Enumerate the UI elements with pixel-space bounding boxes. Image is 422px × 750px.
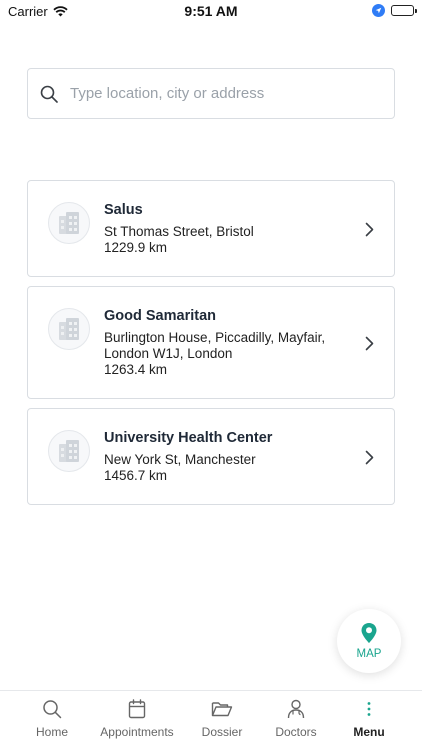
facility-name: University Health Center xyxy=(104,430,273,446)
map-button[interactable]: MAP xyxy=(337,609,401,673)
facility-card-university-health-center[interactable]: University Health Center New York St, Ma… xyxy=(27,408,395,505)
building-avatar xyxy=(48,430,90,472)
building-icon xyxy=(59,318,79,340)
status-time: 9:51 AM xyxy=(184,3,238,19)
tab-appointments[interactable]: Appointments xyxy=(96,699,178,739)
facility-card-good-samaritan[interactable]: Good Samaritan Burlington House, Piccadi… xyxy=(27,286,395,399)
tab-doctors[interactable]: Doctors xyxy=(270,699,322,739)
search-box[interactable] xyxy=(27,68,395,119)
search-input[interactable] xyxy=(70,85,370,102)
battery-icon xyxy=(391,5,417,16)
calendar-icon xyxy=(128,699,146,719)
tab-menu[interactable]: Menu xyxy=(348,699,390,739)
map-pin-icon xyxy=(361,623,377,643)
tab-label: Home xyxy=(35,725,68,739)
chevron-right-icon xyxy=(365,450,374,465)
facility-distance: 1456.7 km xyxy=(104,468,168,483)
building-icon xyxy=(59,440,79,462)
folder-icon xyxy=(211,702,233,717)
tab-label: Appointments xyxy=(100,725,174,739)
doctor-icon xyxy=(287,699,305,719)
chevron-right-icon xyxy=(365,336,374,351)
map-button-label: MAP xyxy=(356,648,382,660)
facility-distance: 1229.9 km xyxy=(104,240,168,255)
facility-card-salus[interactable]: Salus St Thomas Street, Bristol 1229.9 k… xyxy=(27,180,395,277)
facility-name: Salus xyxy=(104,202,143,218)
facility-address: Burlington House, Piccadilly, Mayfair, L… xyxy=(104,330,326,361)
status-bar: Carrier 9:51 AM xyxy=(0,0,422,24)
building-avatar xyxy=(48,202,90,244)
tab-label: Dossier xyxy=(201,725,243,739)
facility-address: New York St, Manchester xyxy=(104,452,256,467)
tab-dossier[interactable]: Dossier xyxy=(198,699,246,739)
status-indicators xyxy=(372,4,417,17)
facility-name: Good Samaritan xyxy=(104,308,216,324)
facility-address: St Thomas Street, Bristol xyxy=(104,224,254,239)
location-services-icon xyxy=(372,4,385,17)
building-avatar xyxy=(48,308,90,350)
tab-label: Doctors xyxy=(275,725,317,739)
building-icon xyxy=(59,212,79,234)
more-vertical-icon xyxy=(367,702,371,716)
tab-label: Menu xyxy=(353,725,385,739)
search-icon xyxy=(43,700,62,719)
chevron-right-icon xyxy=(365,222,374,237)
facility-distance: 1263.4 km xyxy=(104,362,168,377)
tab-home[interactable]: Home xyxy=(31,699,73,739)
tab-bar: Home Appointments Dossier Doctors Menu xyxy=(0,690,422,750)
search-icon xyxy=(40,85,58,103)
